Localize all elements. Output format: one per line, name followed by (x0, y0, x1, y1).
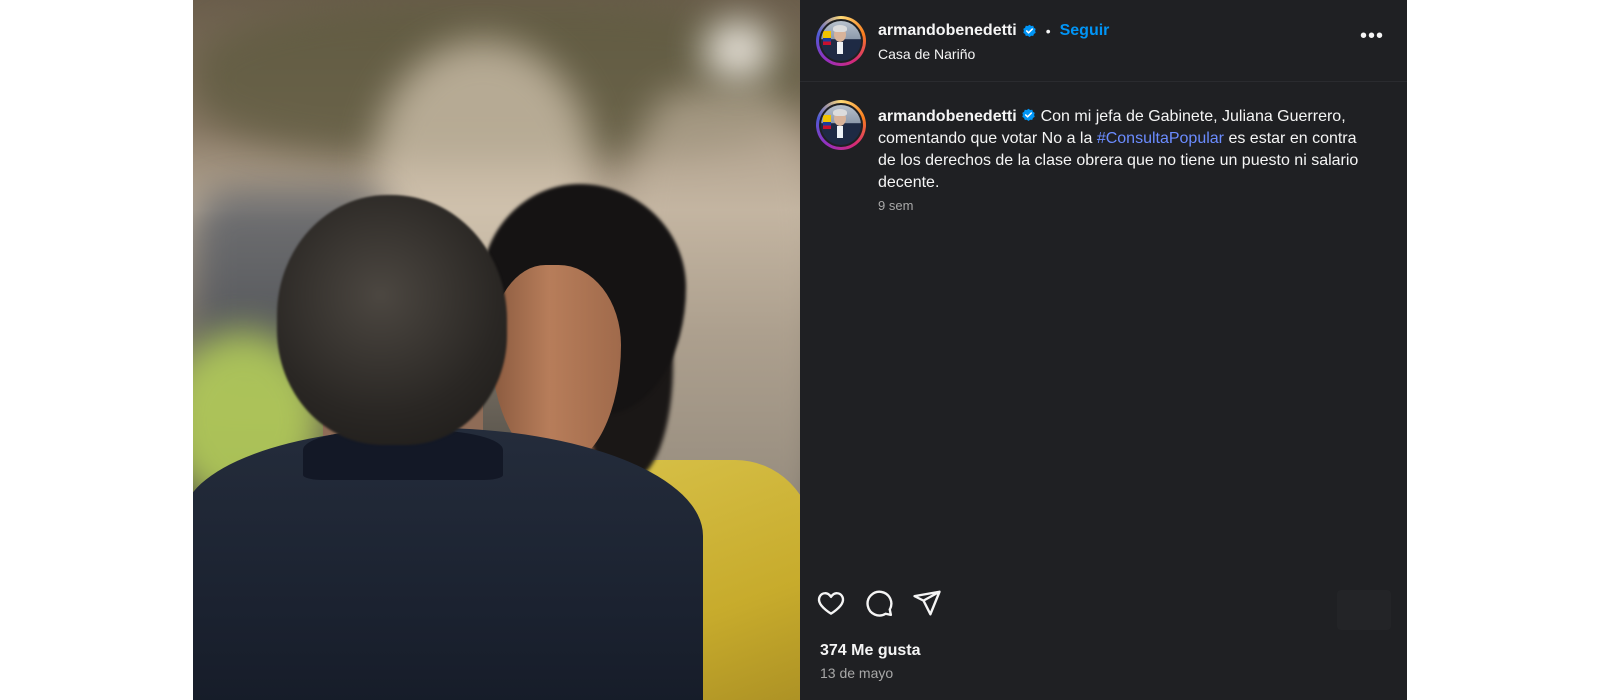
caption-text: armandobenedetti Con mi jefa de Gabinete… (878, 106, 1378, 194)
separator-dot: • (1045, 23, 1051, 39)
username-link[interactable]: armandobenedetti (878, 22, 1017, 40)
likes-count[interactable]: 374 Me gusta (820, 642, 920, 660)
post-date: 13 de mayo (820, 665, 894, 681)
header-user-line: armandobenedetti • Seguir (878, 22, 1109, 40)
comment-icon[interactable] (864, 588, 894, 618)
share-icon[interactable] (912, 588, 942, 618)
avatar[interactable] (816, 16, 866, 66)
follow-button[interactable]: Seguir (1060, 22, 1110, 40)
post-details-panel: armandobenedetti • Seguir Casa de Nariño… (800, 0, 1407, 700)
avatar-image (821, 105, 861, 145)
post-photo[interactable] (193, 0, 800, 700)
post-time-ago[interactable]: 9 sem (878, 198, 913, 213)
photo-man-hair (277, 195, 507, 445)
more-options-icon[interactable]: ••• (1357, 26, 1387, 50)
location-link[interactable]: Casa de Nariño (878, 46, 975, 62)
avatar-image (821, 21, 861, 61)
heart-icon[interactable] (816, 588, 846, 618)
save-button-area[interactable] (1337, 590, 1391, 630)
verified-badge-icon (1022, 108, 1035, 121)
action-bar (816, 588, 942, 618)
avatar[interactable] (816, 100, 866, 150)
username-link[interactable]: armandobenedetti (878, 108, 1017, 125)
verified-badge-icon (1023, 24, 1036, 37)
hashtag-link[interactable]: #ConsultaPopular (1097, 130, 1224, 147)
photo-light (703, 20, 773, 80)
post-modal: armandobenedetti • Seguir Casa de Nariño… (193, 0, 1407, 700)
post-header: armandobenedetti • Seguir Casa de Nariño… (800, 0, 1407, 82)
